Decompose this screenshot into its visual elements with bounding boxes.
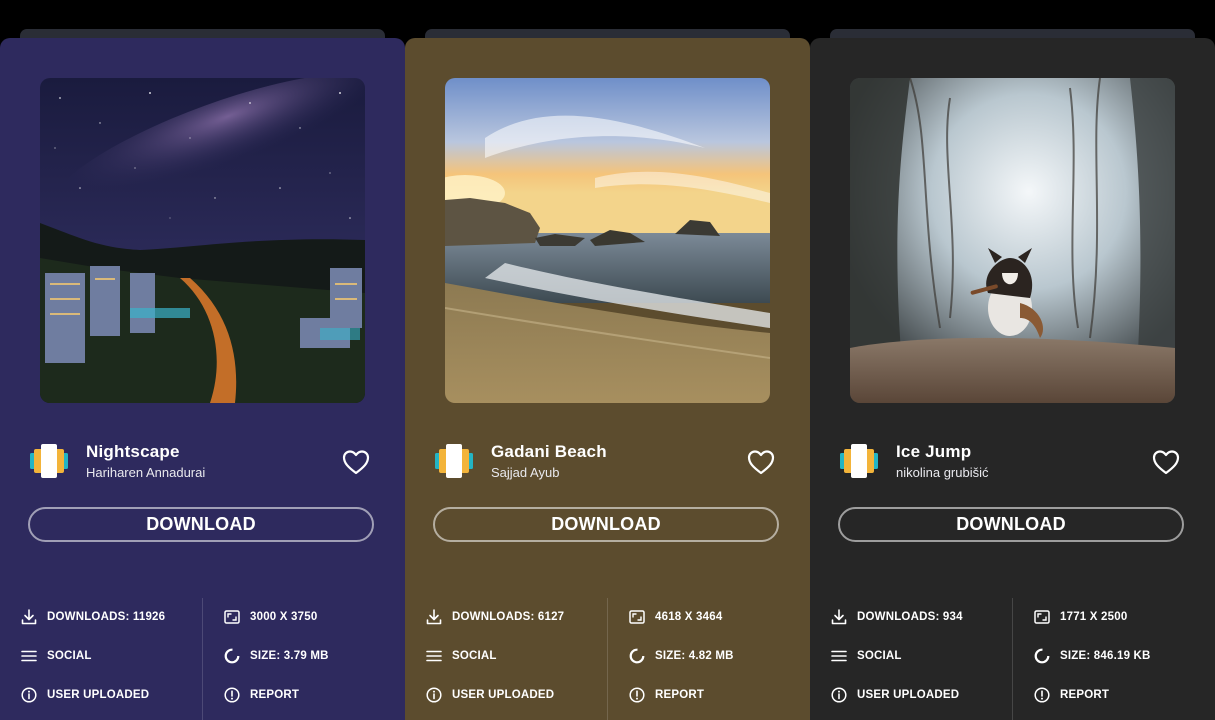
meta-divider	[607, 598, 608, 720]
report-alert-icon	[224, 687, 240, 703]
category-text: SOCIAL	[452, 650, 497, 662]
app-logo-icon	[840, 444, 878, 478]
category-link[interactable]: SOCIAL	[21, 648, 92, 664]
downloads-text: DOWNLOADS: 6127	[452, 611, 565, 623]
file-size-icon	[224, 648, 240, 664]
downloads-count: DOWNLOADS: 11926	[21, 609, 165, 625]
wallpaper-card-gadani-beach: Gadani Beach Sajjad Ayub DOWNLOAD DOWNLO…	[405, 38, 810, 720]
report-button[interactable]: REPORT	[629, 687, 704, 703]
download-icon	[831, 609, 847, 625]
resolution-info: 4618 X 3464	[629, 609, 722, 625]
downloads-text: DOWNLOADS: 11926	[47, 611, 166, 623]
wallpaper-thumbnail[interactable]	[445, 78, 770, 403]
category-link[interactable]: SOCIAL	[831, 648, 902, 664]
report-text: REPORT	[655, 689, 705, 701]
report-alert-icon	[629, 687, 645, 703]
wallpaper-title: Gadani Beach	[491, 442, 607, 461]
wallpaper-thumbnail[interactable]	[40, 78, 365, 403]
report-text: REPORT	[250, 689, 300, 701]
favorite-heart-icon[interactable]	[1151, 448, 1181, 476]
info-circle-icon	[21, 687, 37, 703]
info-circle-icon	[831, 687, 847, 703]
resolution-icon	[1034, 610, 1050, 624]
download-button[interactable]: DOWNLOAD	[28, 507, 374, 542]
size-info: SIZE: 846.19 KB	[1034, 648, 1151, 664]
meta-divider	[1012, 598, 1013, 720]
size-text: SIZE: 846.19 KB	[1060, 650, 1151, 662]
wallpaper-title: Ice Jump	[896, 442, 972, 461]
wallpaper-card-ice-jump: Ice Jump nikolina grubišić DOWNLOAD DOWN…	[810, 38, 1215, 720]
wallpaper-card-nightscape: Nightscape Hariharen Annadurai DOWNLOAD …	[0, 38, 405, 720]
category-link[interactable]: SOCIAL	[426, 648, 497, 664]
resolution-icon	[224, 610, 240, 624]
size-text: SIZE: 4.82 MB	[655, 650, 734, 662]
meta-divider	[202, 598, 203, 720]
menu-lines-icon	[831, 650, 847, 662]
report-button[interactable]: REPORT	[1034, 687, 1109, 703]
menu-lines-icon	[426, 650, 442, 662]
wallpaper-author[interactable]: nikolina grubišić	[896, 465, 989, 480]
wallpaper-thumbnail[interactable]	[850, 78, 1175, 403]
resolution-info: 3000 X 3750	[224, 609, 317, 625]
source-text: USER UPLOADED	[452, 689, 555, 701]
downloads-text: DOWNLOADS: 934	[857, 611, 963, 623]
source-info: USER UPLOADED	[831, 687, 959, 703]
download-button[interactable]: DOWNLOAD	[838, 507, 1184, 542]
resolution-text: 3000 X 3750	[250, 611, 318, 623]
downloads-count: DOWNLOADS: 6127	[426, 609, 564, 625]
download-button[interactable]: DOWNLOAD	[433, 507, 779, 542]
wallpaper-author[interactable]: Hariharen Annadurai	[86, 465, 205, 480]
download-icon	[21, 609, 37, 625]
size-text: SIZE: 3.79 MB	[250, 650, 329, 662]
wallpaper-author[interactable]: Sajjad Ayub	[491, 465, 559, 480]
favorite-heart-icon[interactable]	[746, 448, 776, 476]
size-info: SIZE: 3.79 MB	[224, 648, 329, 664]
report-text: REPORT	[1060, 689, 1110, 701]
wallpaper-title: Nightscape	[86, 442, 180, 461]
file-size-icon	[1034, 648, 1050, 664]
category-text: SOCIAL	[857, 650, 902, 662]
app-logo-icon	[30, 444, 68, 478]
download-icon	[426, 609, 442, 625]
report-alert-icon	[1034, 687, 1050, 703]
info-circle-icon	[426, 687, 442, 703]
file-size-icon	[629, 648, 645, 664]
source-text: USER UPLOADED	[47, 689, 150, 701]
resolution-info: 1771 X 2500	[1034, 609, 1127, 625]
resolution-text: 4618 X 3464	[655, 611, 723, 623]
resolution-icon	[629, 610, 645, 624]
report-button[interactable]: REPORT	[224, 687, 299, 703]
source-info: USER UPLOADED	[426, 687, 554, 703]
resolution-text: 1771 X 2500	[1060, 611, 1128, 623]
source-text: USER UPLOADED	[857, 689, 960, 701]
size-info: SIZE: 4.82 MB	[629, 648, 734, 664]
source-info: USER UPLOADED	[21, 687, 149, 703]
app-logo-icon	[435, 444, 473, 478]
menu-lines-icon	[21, 650, 37, 662]
category-text: SOCIAL	[47, 650, 92, 662]
downloads-count: DOWNLOADS: 934	[831, 609, 963, 625]
favorite-heart-icon[interactable]	[341, 448, 371, 476]
